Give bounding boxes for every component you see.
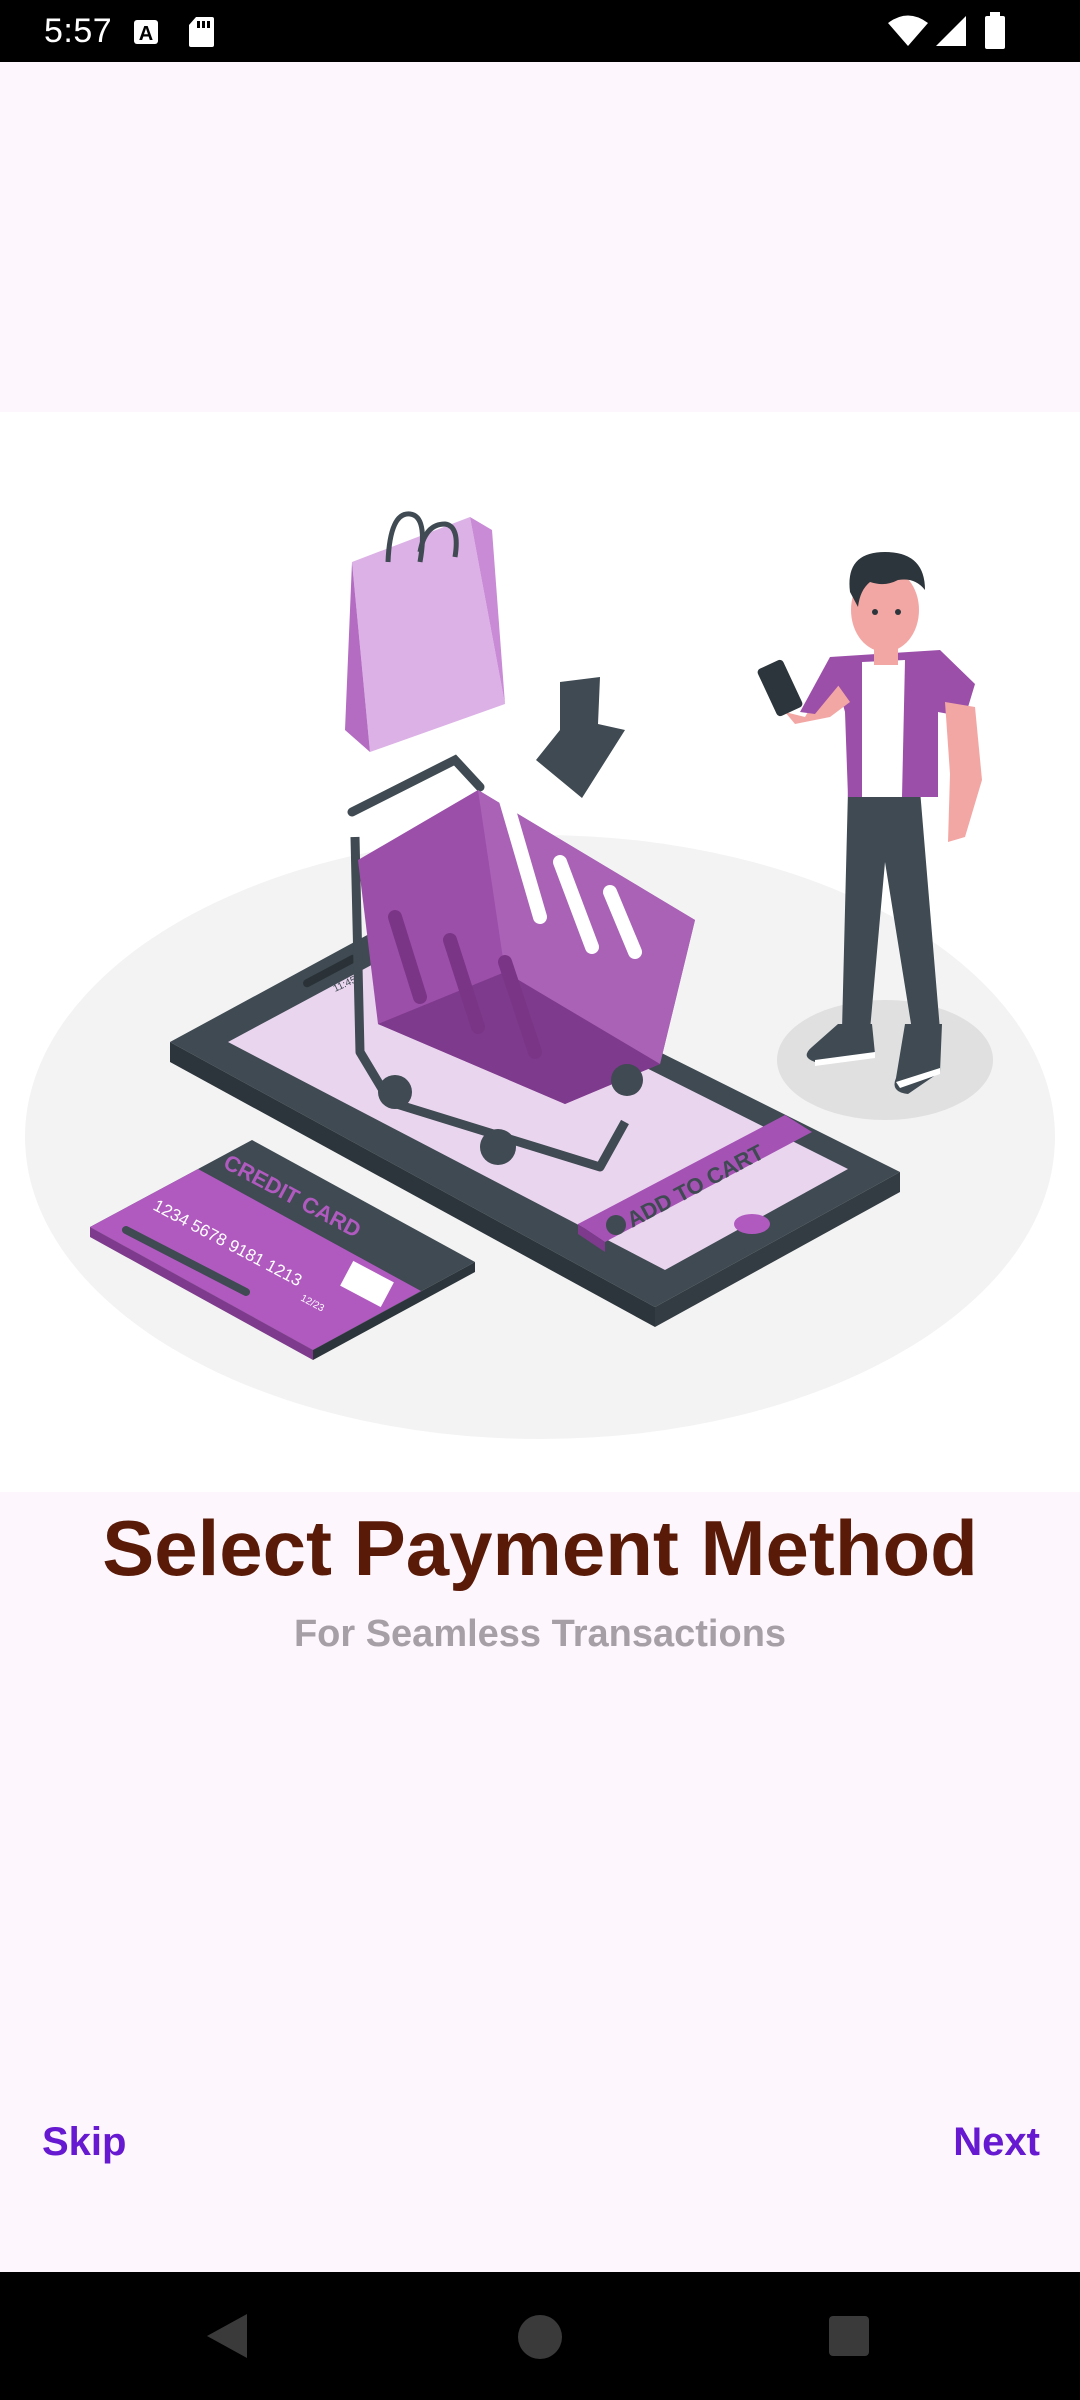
next-button[interactable]: Next bbox=[953, 2118, 1040, 2166]
person-shadow bbox=[777, 1000, 993, 1120]
signal-icon bbox=[936, 16, 966, 46]
onboarding-title: Select Payment Method bbox=[102, 1504, 978, 1592]
a-notification-icon: A bbox=[134, 20, 158, 45]
back-icon[interactable] bbox=[205, 2312, 249, 2360]
onboarding-illustration: 11:45 ADD TO CART CREDIT CARD 1234 5678 … bbox=[0, 412, 1080, 1492]
down-arrow-illustration bbox=[536, 677, 625, 798]
recents-icon[interactable] bbox=[828, 2315, 870, 2357]
status-bar: 5:57 A bbox=[0, 0, 1080, 62]
wifi-icon bbox=[888, 15, 928, 46]
system-navigation-bar bbox=[0, 2272, 1080, 2400]
home-icon[interactable] bbox=[517, 2314, 563, 2360]
shopping-bag-illustration bbox=[345, 511, 505, 752]
status-time: 5:57 bbox=[44, 12, 113, 50]
sd-card-icon bbox=[189, 17, 214, 47]
shopping-illustration: 11:45 ADD TO CART CREDIT CARD 1234 5678 … bbox=[25, 511, 1055, 1439]
battery-icon bbox=[985, 12, 1005, 49]
onboarding-subtitle: For Seamless Transactions bbox=[293, 1613, 787, 1655]
skip-button[interactable]: Skip bbox=[42, 2118, 126, 2166]
svg-text:A: A bbox=[139, 23, 153, 45]
